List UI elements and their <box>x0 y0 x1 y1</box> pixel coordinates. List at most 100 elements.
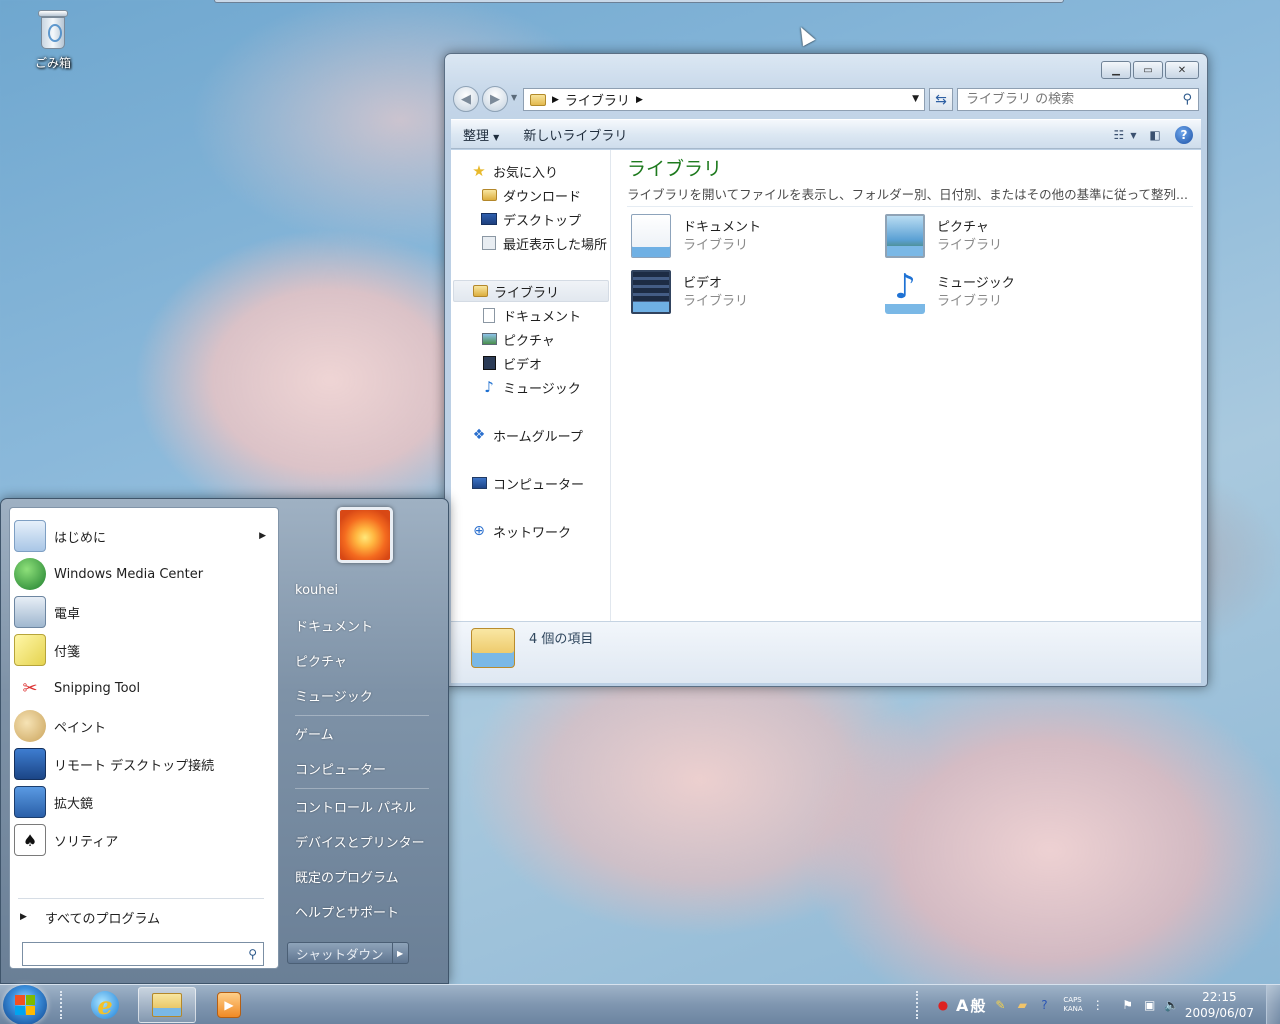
library-folder-icon <box>530 93 546 106</box>
nav-downloads[interactable]: ダウンロード <box>481 184 581 206</box>
breadcrumb-libraries[interactable]: ライブラリ <box>565 90 630 109</box>
start-search-box[interactable]: ⚲ <box>22 942 264 966</box>
back-button[interactable]: ◀ <box>453 86 479 112</box>
address-dropdown-icon[interactable]: ▼ <box>912 94 919 104</box>
chevron-down-icon: ▼ <box>493 132 500 142</box>
view-options-button[interactable]: ☷ ▼ <box>1114 125 1137 145</box>
taskbar-grip[interactable] <box>60 991 64 1019</box>
start-button[interactable] <box>3 985 47 1024</box>
start-search-input[interactable] <box>27 946 237 962</box>
taskbar-windows-explorer[interactable] <box>138 987 196 1023</box>
program-sticky-notes[interactable]: 付箋 <box>12 632 276 668</box>
shutdown-button[interactable]: シャットダウン <box>287 942 393 964</box>
search-box[interactable]: ⚲ <box>957 88 1199 111</box>
library-item-documents[interactable]: ドキュメント ライブラリ <box>621 212 861 264</box>
user-avatar[interactable] <box>337 507 393 563</box>
nav-videos[interactable]: ビデオ <box>481 352 542 374</box>
program-solitaire[interactable]: ♠ ソリティア <box>12 822 276 858</box>
maximize-icon: ▭ <box>1143 64 1153 76</box>
recycle-bin[interactable]: ごみ箱 <box>24 8 82 71</box>
taskbar-internet-explorer[interactable]: e <box>76 987 134 1023</box>
organize-menu[interactable]: 整理 ▼ <box>451 125 511 144</box>
shutdown-options-button[interactable]: ▶ <box>392 942 409 964</box>
library-item-music[interactable]: ♪ ミュージック ライブラリ <box>875 267 1115 320</box>
close-button[interactable]: ✕ <box>1165 61 1199 79</box>
nav-computer[interactable]: コンピューター <box>471 472 584 494</box>
taskbar-media-player[interactable]: ▶ <box>200 987 258 1023</box>
windows-logo-icon <box>15 995 35 1015</box>
program-paint[interactable]: ペイント <box>12 708 276 744</box>
recent-pages-dropdown[interactable]: ▼ <box>511 93 517 102</box>
chevron-right-icon: ▶ <box>396 948 404 958</box>
nav-libraries[interactable]: ライブラリ <box>453 280 609 302</box>
all-programs-button[interactable]: ▶ すべてのプログラム <box>20 906 160 928</box>
nav-documents[interactable]: ドキュメント <box>481 304 581 326</box>
nav-recent-places[interactable]: 最近表示した場所 <box>481 232 607 254</box>
program-snipping-tool[interactable]: ✂ Snipping Tool <box>12 670 276 706</box>
link-control-panel[interactable]: コントロール パネル <box>295 793 416 819</box>
solitaire-icon: ♠ <box>14 824 46 856</box>
pictures-icon <box>481 333 497 345</box>
nav-pictures[interactable]: ピクチャ <box>481 328 555 350</box>
search-icon[interactable]: ⚲ <box>1182 92 1192 107</box>
ime-kanji-mode[interactable]: 般 <box>970 995 985 1016</box>
show-desktop-button[interactable] <box>1266 985 1280 1024</box>
volume-muted-icon[interactable]: 🔈 <box>1163 996 1181 1014</box>
nav-desktop[interactable]: デスクトップ <box>481 208 581 230</box>
link-documents[interactable]: ドキュメント <box>295 612 373 638</box>
search-input[interactable] <box>966 92 1166 107</box>
submenu-arrow-icon[interactable]: ▶ <box>259 531 266 541</box>
caps-kana-indicator: CAPS KANA <box>1063 996 1083 1013</box>
forward-button[interactable]: ▶ <box>482 86 508 112</box>
program-remote-desktop[interactable]: リモート デスクトップ接続 <box>12 746 276 782</box>
link-help-support[interactable]: ヘルプとサポート <box>295 898 399 924</box>
link-devices-printers[interactable]: デバイスとプリンター <box>295 828 425 854</box>
nav-music[interactable]: ♪ ミュージック <box>481 376 581 398</box>
recent-places-icon <box>482 236 496 250</box>
ime-tools-icon[interactable]: ▰ <box>1013 996 1031 1014</box>
library-item-pictures[interactable]: ピクチャ ライブラリ <box>875 212 1115 264</box>
program-getting-started[interactable]: はじめに ▶ <box>12 518 276 554</box>
ime-options-icon[interactable]: ⋮ <box>1089 996 1107 1014</box>
maximize-button[interactable]: ▭ <box>1133 61 1163 79</box>
help-icon[interactable]: ? <box>1175 126 1193 144</box>
ime-input-mode[interactable]: A <box>956 996 968 1015</box>
pictures-library-icon <box>885 214 925 258</box>
documents-library-icon <box>631 214 671 258</box>
media-center-icon <box>14 558 46 590</box>
ime-dictionary-icon[interactable]: ✎ <box>991 996 1009 1014</box>
program-calculator[interactable]: 電卓 <box>12 594 276 630</box>
action-center-icon[interactable]: ⚑ <box>1119 996 1137 1014</box>
breadcrumb-chevron-icon[interactable]: ▶ <box>552 95 559 105</box>
library-content: ライブラリ ライブラリを開いてファイルを表示し、フォルダー別、日付別、またはその… <box>621 150 1201 625</box>
explorer-window[interactable]: ▁ ▭ ✕ ◀ ▶ ▼ ▶ ライブラリ ▶ ▼ ⇆ ⚲ 整理 ▼ 新しいライブラ… <box>444 53 1208 687</box>
clock[interactable]: 22:15 2009/06/07 <box>1185 989 1254 1021</box>
program-media-center[interactable]: Windows Media Center <box>12 556 276 592</box>
library-item-videos[interactable]: ビデオ ライブラリ <box>621 268 861 320</box>
link-default-programs[interactable]: 既定のプログラム <box>295 863 399 889</box>
calculator-icon <box>14 596 46 628</box>
tray-grip[interactable] <box>916 991 920 1019</box>
nav-favorites[interactable]: ★ お気に入り <box>471 160 558 182</box>
link-computer[interactable]: コンピューター <box>295 755 386 781</box>
network-status-icon[interactable]: ▣ <box>1141 996 1159 1014</box>
new-library-button[interactable]: 新しいライブラリ <box>511 125 639 144</box>
nav-homegroup[interactable]: ❖ ホームグループ <box>471 424 583 446</box>
program-magnifier[interactable]: 拡大鏡 <box>12 784 276 820</box>
ime-pad-icon[interactable]: ● <box>934 996 952 1014</box>
library-description: ライブラリを開いてファイルを表示し、フォルダー別、日付別、またはその他の基準に従… <box>627 187 1188 202</box>
breadcrumb-chevron-icon[interactable]: ▶ <box>636 95 643 105</box>
ime-help-icon[interactable]: ? <box>1035 996 1053 1014</box>
search-icon[interactable]: ⚲ <box>248 947 257 961</box>
nav-network[interactable]: ⊕ ネットワーク <box>471 520 571 542</box>
link-music[interactable]: ミュージック <box>295 682 373 708</box>
minimize-button[interactable]: ▁ <box>1101 61 1131 79</box>
divider <box>18 898 264 899</box>
link-pictures[interactable]: ピクチャ <box>295 647 347 673</box>
expand-arrow-icon: ▶ <box>20 912 27 922</box>
refresh-button[interactable]: ⇆ <box>929 88 953 111</box>
address-bar[interactable]: ▶ ライブラリ ▶ ▼ <box>523 88 925 111</box>
preview-pane-button[interactable]: ◧ <box>1145 125 1165 145</box>
link-games[interactable]: ゲーム <box>295 720 334 746</box>
user-name-link[interactable]: kouhei <box>295 577 338 603</box>
